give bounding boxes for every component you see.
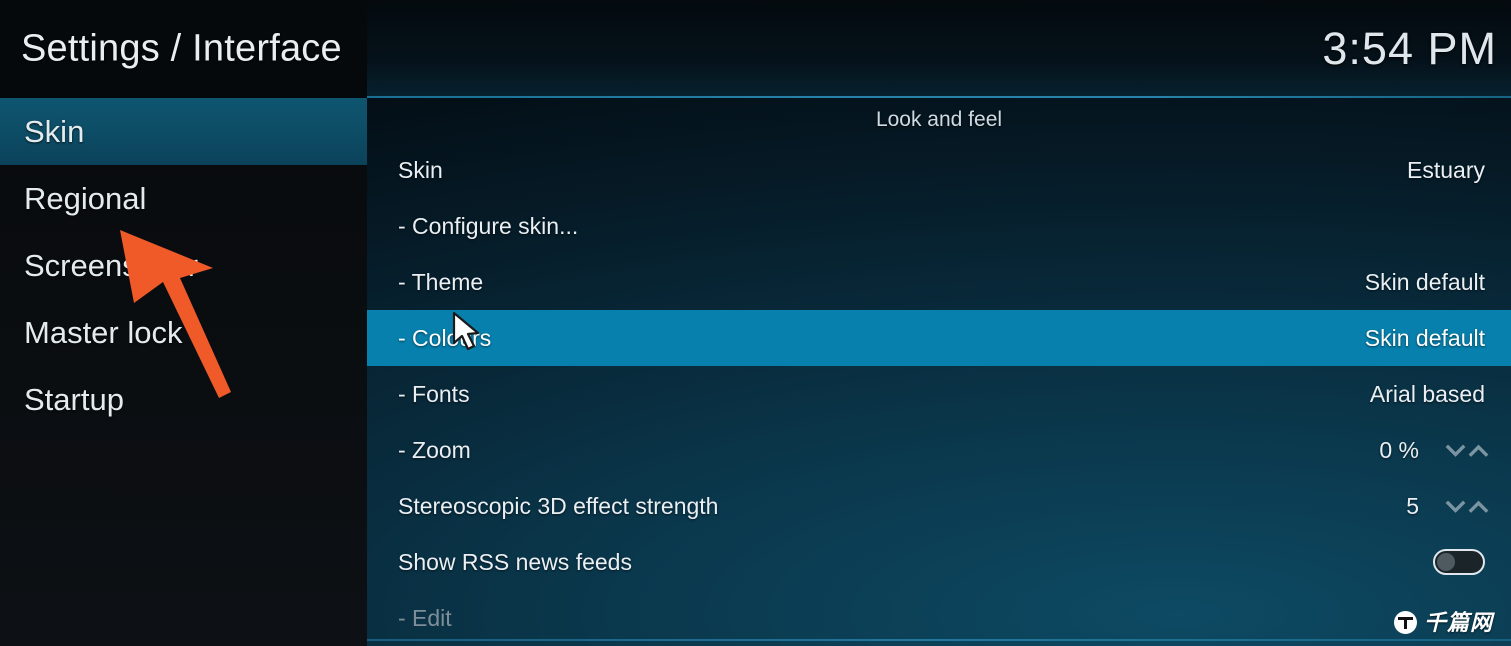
setting-row[interactable]: - Colours Skin default bbox=[367, 310, 1511, 366]
setting-row-value: Skin default bbox=[1364, 268, 1485, 295]
sidebar-item-skin[interactable]: Skin bbox=[0, 98, 367, 165]
sidebar-item-regional[interactable]: Regional bbox=[0, 165, 367, 232]
sidebar-item-label: Regional bbox=[24, 180, 147, 216]
settings-row-list: Skin Estuary - Configure skin... - Theme Ski… bbox=[367, 142, 1511, 646]
watermark-text: 千篇网 bbox=[1423, 609, 1493, 635]
chevron-down-icon[interactable] bbox=[1445, 497, 1466, 516]
value-spinner[interactable] bbox=[1445, 497, 1489, 516]
setting-row-value: Arial based bbox=[1369, 380, 1485, 407]
setting-row[interactable]: - Configure skin... bbox=[367, 198, 1511, 254]
sidebar-item-label: Skin bbox=[24, 113, 85, 149]
sidebar-item-startup[interactable]: Startup bbox=[0, 366, 367, 433]
setting-row: - Edit bbox=[367, 590, 1511, 646]
setting-row[interactable]: - Fonts Arial based bbox=[367, 366, 1511, 422]
watermark-logo-icon bbox=[1393, 611, 1417, 634]
header-separator-line bbox=[367, 96, 1511, 98]
clock-display: 3:54 PM bbox=[1322, 23, 1497, 74]
section-title: Look and feel bbox=[875, 108, 1003, 131]
setting-row-label: Skin bbox=[398, 156, 443, 183]
setting-row-label: - Configure skin... bbox=[398, 212, 579, 239]
setting-row-value: Estuary bbox=[1407, 156, 1485, 183]
chevron-up-icon[interactable] bbox=[1468, 441, 1489, 460]
setting-row-value: 5 bbox=[1406, 492, 1419, 519]
sidebar-item-label: Master lock bbox=[24, 314, 183, 350]
bottom-separator-line bbox=[367, 639, 1511, 641]
setting-row-label: Show RSS news feeds bbox=[398, 548, 632, 575]
sidebar-item-master-lock[interactable]: Master lock bbox=[0, 299, 367, 366]
setting-row-label: - Fonts bbox=[398, 380, 470, 407]
setting-row-value: Skin default bbox=[1364, 324, 1485, 351]
sidebar-item-label: Screensaver bbox=[24, 247, 199, 283]
setting-row-label: - Zoom bbox=[398, 436, 471, 463]
setting-row[interactable]: - Zoom 0 % bbox=[367, 422, 1511, 478]
setting-row[interactable]: - Theme Skin default bbox=[367, 254, 1511, 310]
value-spinner[interactable] bbox=[1445, 441, 1489, 460]
toggle-knob bbox=[1437, 553, 1455, 571]
kodi-settings-screen: Settings / Interface 3:54 PM Skin Regiona… bbox=[0, 0, 1511, 646]
page-title: Settings / Interface bbox=[21, 27, 342, 70]
sidebar-item-screensaver[interactable]: Screensaver bbox=[0, 232, 367, 299]
setting-row-label: - Theme bbox=[398, 268, 484, 295]
setting-row[interactable]: Show RSS news feeds bbox=[367, 534, 1511, 590]
setting-row-label: - Colours bbox=[398, 324, 492, 351]
settings-category-sidebar: Skin Regional Screensaver Master lock Startu… bbox=[0, 98, 367, 646]
chevron-down-icon[interactable] bbox=[1445, 441, 1466, 460]
setting-row[interactable]: Skin Estuary bbox=[367, 142, 1511, 198]
chevron-up-icon[interactable] bbox=[1468, 497, 1489, 516]
sidebar-item-label: Startup bbox=[24, 381, 124, 417]
toggle-switch[interactable] bbox=[1433, 549, 1485, 575]
setting-row[interactable]: Stereoscopic 3D effect strength 5 bbox=[367, 478, 1511, 534]
setting-row-label: - Edit bbox=[398, 604, 452, 631]
setting-row-label: Stereoscopic 3D effect strength bbox=[398, 492, 719, 519]
site-watermark: 千篇网 bbox=[1393, 609, 1493, 635]
header-bar: Settings / Interface 3:54 PM bbox=[0, 0, 1511, 98]
setting-row-value: 0 % bbox=[1379, 436, 1419, 463]
settings-main-panel: Look and feel Skin Estuary - Configure ski… bbox=[367, 98, 1511, 646]
